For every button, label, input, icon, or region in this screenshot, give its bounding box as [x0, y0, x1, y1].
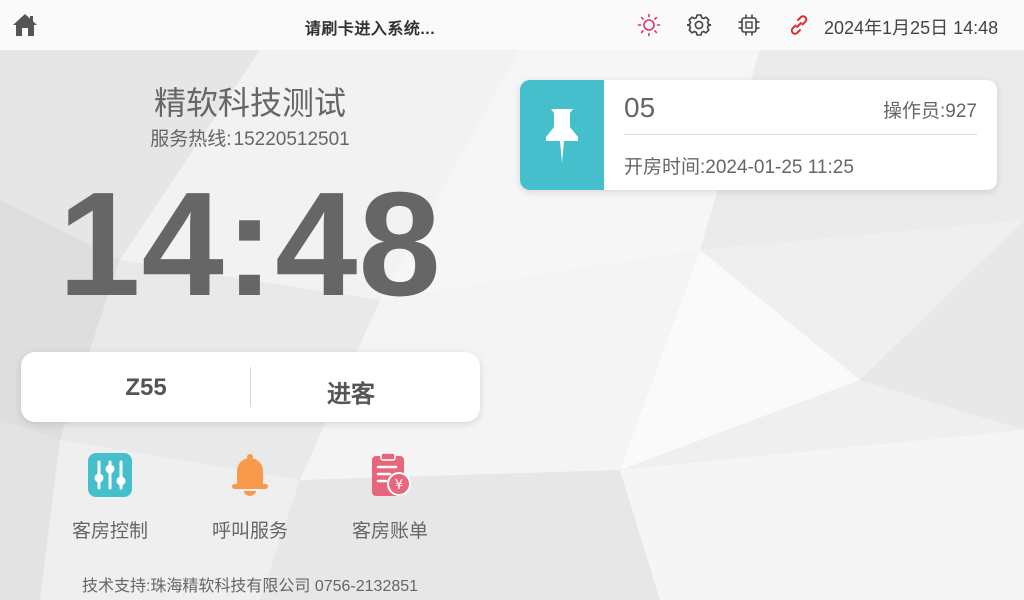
checkin-time: 开房时间:2024-01-25 11:25 [624, 152, 854, 179]
call-service-label: 呼叫服务 [211, 521, 288, 542]
svg-text:¥: ¥ [395, 478, 403, 493]
link-icon[interactable] [787, 13, 811, 37]
chip-icon[interactable] [737, 13, 761, 37]
card-divider [624, 134, 977, 135]
gear-icon[interactable] [687, 13, 711, 37]
room-info-card: 05 操作员:927 开房时间:2024-01-25 11:25 [520, 80, 997, 190]
sun-icon[interactable] [637, 13, 661, 37]
pushpin-icon [546, 109, 578, 163]
hotline-label: 服务热线: [150, 129, 232, 150]
top-bar: 请刷卡进入系统... 2024年1月25日 14:48 [0, 0, 1024, 50]
operator-label: 操作员: [883, 101, 946, 122]
room-bill-button[interactable]: ¥ 客房账单 [320, 452, 460, 542]
room-code: 05 [624, 92, 656, 123]
room-state: 进客 [327, 381, 375, 408]
pin-block [520, 80, 604, 190]
operator-value: 927 [945, 101, 977, 122]
top-datetime: 2024年1月25日 14:48 [824, 18, 999, 38]
hotline-number: 15220512501 [233, 129, 350, 150]
room-control-label: 客房控制 [71, 521, 148, 542]
bill-icon: ¥ [372, 452, 411, 496]
hotline: 服务热线: 15220512501 [0, 124, 500, 151]
room-number: Z55 [125, 374, 167, 401]
checkin-value: 2024-01-25 11:25 [705, 157, 854, 178]
call-service-button[interactable]: 呼叫服务 [180, 452, 320, 542]
sliders-icon [88, 453, 132, 497]
top-title: 请刷卡进入系统... [304, 21, 436, 38]
big-clock: 14:48 [58, 162, 442, 327]
footer-support: 技术支持:珠海精软科技有限公司 0756-2132851 [81, 578, 419, 595]
room-status-card: Z55 进客 [21, 352, 480, 422]
bell-icon [232, 454, 268, 496]
room-bill-label: 客房账单 [351, 521, 428, 542]
checkin-label: 开房时间: [624, 157, 706, 178]
operator: 操作员:927 [883, 96, 977, 123]
company-name: 精软科技测试 [153, 85, 346, 121]
room-control-button[interactable]: 客房控制 [40, 452, 180, 542]
